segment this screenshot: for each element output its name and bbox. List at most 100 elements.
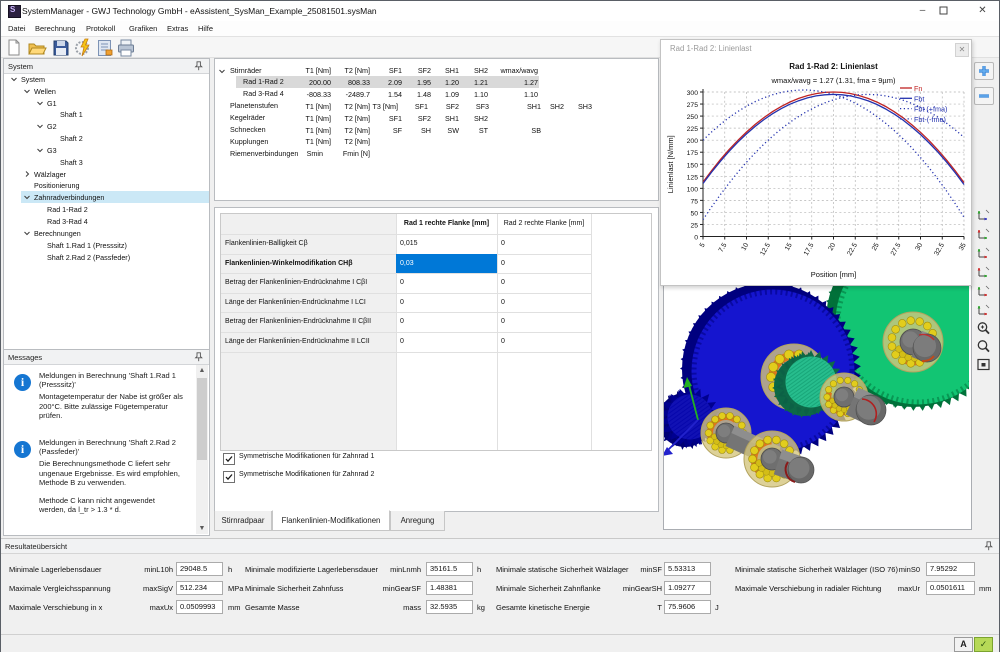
result-value-field[interactable]: 75.9606 bbox=[664, 600, 711, 614]
calculate-icon[interactable] bbox=[74, 38, 94, 57]
scroll-up-icon[interactable]: ▲ bbox=[196, 365, 208, 376]
tree-item-zahnradverbindungen[interactable]: Zahnradverbindungen bbox=[4, 191, 209, 204]
y-tick-label: 225 bbox=[687, 126, 699, 133]
new-document-icon[interactable] bbox=[4, 38, 24, 56]
mod-cell[interactable]: 0 bbox=[497, 312, 591, 332]
menu-item-hilfe[interactable]: Hilfe bbox=[198, 24, 213, 33]
chevron-down-icon[interactable] bbox=[23, 229, 31, 237]
tree-item-w-lzlager[interactable]: Wälzlager bbox=[4, 168, 209, 180]
tree-item-system[interactable]: System bbox=[4, 74, 209, 85]
tree-item-shaft-2[interactable]: Shaft 2 bbox=[4, 132, 209, 144]
tree-item-positionierung[interactable]: Positionierung bbox=[4, 179, 209, 191]
print-icon[interactable] bbox=[116, 38, 136, 57]
mod-cell[interactable]: 0 bbox=[396, 293, 497, 313]
mod-cell[interactable]: 0 bbox=[396, 273, 497, 293]
tree-item-shaft-1[interactable]: Shaft 1 bbox=[4, 108, 209, 120]
overview-row-kupplungen[interactable]: Kupplungen T1 [Nm] T2 [Nm] bbox=[215, 136, 658, 148]
ok-button[interactable]: ✓ bbox=[974, 637, 993, 652]
tree-item-shaft-3[interactable]: Shaft 3 bbox=[4, 156, 209, 168]
tree-item-g1[interactable]: G1 bbox=[4, 97, 209, 109]
tab-flankenlinien-modifikationen[interactable]: Flankenlinien-Modifikationen bbox=[272, 510, 390, 531]
chart-close-icon[interactable]: ✕ bbox=[955, 43, 969, 57]
chevron-down-icon[interactable] bbox=[36, 146, 44, 154]
messages-scrollbar[interactable]: ▲ ▼ bbox=[196, 365, 208, 534]
tab-anregung[interactable]: Anregung bbox=[390, 511, 445, 531]
menu-item-grafiken[interactable]: Grafiken bbox=[129, 24, 157, 33]
font-button[interactable]: A bbox=[954, 637, 973, 652]
save-icon[interactable] bbox=[51, 38, 71, 56]
result-value-field[interactable]: 512.234 bbox=[176, 581, 223, 595]
tree-item-rad-1-rad-2[interactable]: Rad 1-Rad 2 bbox=[4, 203, 209, 215]
open-folder-icon[interactable] bbox=[27, 38, 47, 56]
tree-item-g3[interactable]: G3 bbox=[4, 144, 209, 156]
checkbox-checked-icon[interactable] bbox=[223, 470, 235, 483]
chevron-down-icon[interactable] bbox=[10, 75, 18, 83]
mod-cell[interactable]: 0,015 bbox=[396, 234, 497, 254]
tree-item-wellen[interactable]: Wellen bbox=[4, 85, 209, 97]
chevron-down-icon[interactable] bbox=[23, 87, 31, 95]
tree-item-rad-3-rad-4[interactable]: Rad 3-Rad 4 bbox=[4, 215, 209, 227]
mod-cell[interactable]: 0 bbox=[497, 332, 591, 352]
overview-row-stirnraeder[interactable]: Stirnräder T1 [Nm] T2 [Nm] SF1 SF2 SH1 SH2 wmax… bbox=[215, 65, 658, 77]
overview-row-rad12[interactable]: Rad 1-Rad 2 200.00 808.33 2.09 1.95 1.20 1.21 1… bbox=[215, 76, 658, 89]
view-left-icon[interactable] bbox=[976, 264, 991, 279]
tab-stirnradpaar[interactable]: Stirnradpaar bbox=[214, 511, 272, 531]
overview-row-schnecken[interactable]: Schnecken T1 [Nm] T2 [Nm] SF SH SW ST SB bbox=[215, 124, 658, 136]
fit-view-icon[interactable] bbox=[976, 357, 991, 372]
tree-item-berechnungen[interactable]: Berechnungen bbox=[4, 227, 209, 239]
view-iso-icon[interactable] bbox=[976, 207, 991, 222]
minimize-button[interactable]: – bbox=[908, 1, 937, 20]
overview-row-rad34[interactable]: Rad 3-Rad 4 -808.33 -2489.7 1.54 1.48 1.09 1.1… bbox=[215, 88, 658, 100]
overview-row-riemenverbindungen[interactable]: Riemenverbindungen Smin Fmin [N] bbox=[215, 148, 658, 160]
chevron-right-icon[interactable] bbox=[23, 170, 31, 178]
chevron-down-icon[interactable] bbox=[23, 193, 31, 201]
result-value-field[interactable]: 1.09277 bbox=[664, 581, 711, 595]
view-top-icon[interactable] bbox=[976, 302, 991, 317]
result-value-field[interactable]: 7.95292 bbox=[926, 562, 975, 576]
magnify-in-icon[interactable] bbox=[976, 321, 991, 336]
pin-icon[interactable] bbox=[194, 61, 203, 71]
result-value-field[interactable]: 5.53313 bbox=[664, 562, 711, 576]
menu-item-datei[interactable]: Datei bbox=[8, 24, 26, 33]
mod-cell[interactable]: 0 bbox=[396, 312, 497, 332]
magnify-out-icon[interactable] bbox=[976, 339, 991, 354]
menu-item-protokoll[interactable]: Protokoll bbox=[86, 24, 115, 33]
maximize-button[interactable] bbox=[939, 1, 968, 20]
result-value-field[interactable]: 29048.5 bbox=[176, 562, 223, 576]
tree-item-shaft-2-rad-2-passfeder-[interactable]: Shaft 2.Rad 2 (Passfeder) bbox=[4, 251, 209, 263]
pin-icon[interactable] bbox=[984, 541, 993, 551]
overview-cell: T2 [Nm] bbox=[344, 137, 370, 147]
chevron-down-icon[interactable] bbox=[36, 122, 44, 130]
result-value-field[interactable]: 32.5935 bbox=[426, 600, 473, 614]
zoom-minus-button[interactable] bbox=[974, 87, 994, 105]
overview-row-planetenstufen[interactable]: Planetenstufen T1 [Nm] T2 [Nm] T3 [Nm] SF1 SF… bbox=[215, 100, 658, 112]
messages-list: i Meldungen in Berechnung 'Shaft 1.Rad 1(… bbox=[4, 365, 195, 535]
overview-row-kegelraeder[interactable]: Kegelräder T1 [Nm] T2 [Nm] SF1 SF2 SH1 SH2 bbox=[215, 112, 658, 124]
result-value-field[interactable]: 35161.5 bbox=[426, 562, 473, 576]
mod-cell[interactable]: 0 bbox=[497, 254, 591, 274]
result-value-field[interactable]: 1.48381 bbox=[426, 581, 473, 595]
tree-item-g2[interactable]: G2 bbox=[4, 120, 209, 132]
chevron-down-icon[interactable] bbox=[218, 67, 226, 75]
view-back-icon[interactable] bbox=[976, 245, 991, 260]
mod-cell[interactable]: 0 bbox=[497, 273, 591, 293]
scrollbar-thumb[interactable] bbox=[197, 378, 207, 460]
result-value-field[interactable]: 0.0501611 bbox=[926, 581, 975, 595]
zoom-plus-button[interactable] bbox=[974, 62, 994, 80]
menu-item-berechnung[interactable]: Berechnung bbox=[35, 24, 75, 33]
view-front-icon[interactable] bbox=[976, 226, 991, 241]
report-icon[interactable] bbox=[95, 38, 115, 56]
checkbox-checked-icon[interactable] bbox=[223, 453, 235, 465]
view-right-icon[interactable] bbox=[976, 283, 991, 298]
mod-cell[interactable]: 0 bbox=[497, 293, 591, 313]
mod-cell[interactable]: 0 bbox=[497, 234, 591, 254]
result-value-field[interactable]: 0.0509993 bbox=[176, 600, 223, 614]
pin-icon[interactable] bbox=[194, 352, 203, 362]
chevron-down-icon[interactable] bbox=[36, 99, 44, 107]
mod-cell-selected[interactable]: 0,03 bbox=[396, 253, 497, 274]
close-button[interactable]: ✕ bbox=[968, 1, 997, 20]
mod-cell[interactable]: 0 bbox=[396, 332, 497, 352]
menu-item-extras[interactable]: Extras bbox=[167, 24, 188, 33]
scroll-down-icon[interactable]: ▼ bbox=[196, 523, 208, 534]
tree-item-shaft-1-rad-1-presssitz-[interactable]: Shaft 1.Rad 1 (Presssitz) bbox=[4, 239, 209, 251]
